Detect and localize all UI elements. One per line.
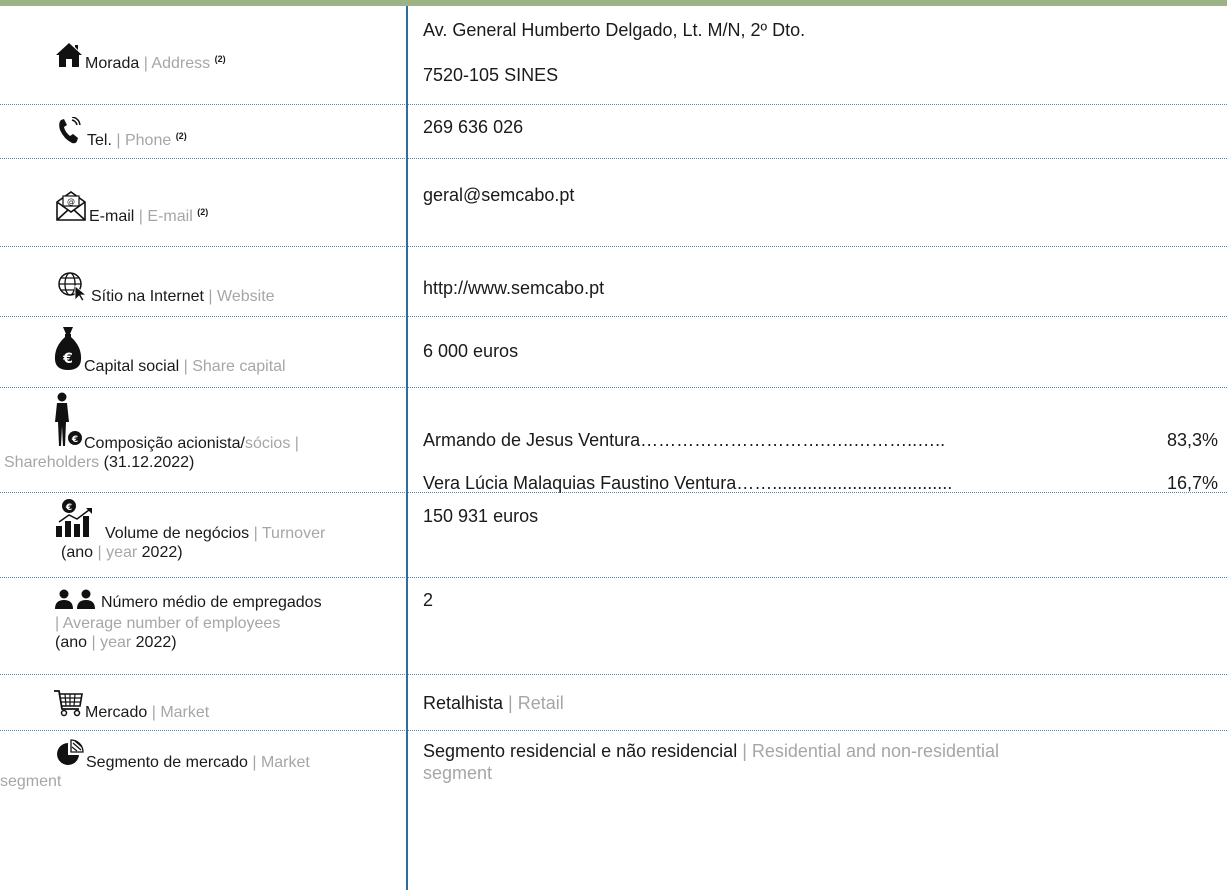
segment-value: Segmento residencial e não residencial |… — [423, 741, 1000, 783]
website-row: Sítio na Internet | Website http://www.s… — [0, 247, 1227, 317]
column-divider — [406, 6, 408, 890]
segment-label: Segmento de mercado | Market segment — [0, 739, 400, 791]
home-icon — [55, 42, 83, 73]
market-row: Mercado | Market Retalhista | Retail — [0, 675, 1227, 731]
shareholders-row: € Composição acionista/sócios | Sharehol… — [0, 388, 1227, 493]
website-label: Sítio na Internet | Website — [57, 271, 457, 306]
bar-chart-euro-icon: € — [55, 498, 99, 543]
market-value: Retalhista | Retail — [423, 693, 564, 713]
person-money-icon: € — [53, 392, 83, 453]
address-line-2: 7520-105 SINES — [423, 65, 559, 85]
capital-row: € Capital social | Share capital 6 000 e… — [0, 317, 1227, 388]
employees-row: Número médio de empregados | Average num… — [0, 578, 1227, 675]
two-people-icon — [55, 589, 97, 614]
svg-text:€: € — [65, 503, 72, 513]
shareholder-line: Vera Lúcia Malaquias Faustino Ventura…….… — [423, 473, 1218, 493]
employees-label: Número médio de empregados | Average num… — [0, 589, 400, 652]
globe-cursor-icon — [57, 271, 89, 306]
shareholder-line: Armando de Jesus Ventura………………………….…..……… — [423, 430, 1218, 450]
svg-text:€: € — [62, 351, 73, 367]
employees-value: 2 — [423, 590, 434, 610]
turnover-label: € Volume de negócios | Turnover (ano | y… — [0, 498, 400, 562]
email-value: geral@semcabo.pt — [423, 185, 575, 205]
market-label: Mercado | Market — [53, 689, 453, 722]
address-label: Morada | Address (2) — [55, 42, 455, 73]
money-bag-euro-icon: € — [53, 325, 83, 376]
phone-icon — [57, 116, 83, 150]
website-value: http://www.semcabo.pt — [423, 278, 605, 298]
phone-label: Tel. | Phone (2) — [57, 116, 457, 150]
segment-row: Segmento de mercado | Market segment Seg… — [0, 731, 1227, 890]
turnover-row: € Volume de negócios | Turnover (ano | y… — [0, 493, 1227, 578]
shopping-cart-icon — [53, 689, 83, 722]
svg-text:€: € — [71, 435, 78, 445]
address-line-1: Av. General Humberto Delgado, Lt. M/N, 2… — [423, 20, 806, 40]
phone-value: 269 636 026 — [423, 117, 524, 137]
email-label: @ E-mail | E-mail (2) — [55, 189, 455, 226]
email-row: @ E-mail | E-mail (2) geral@semcabo.pt — [0, 159, 1227, 247]
capital-value: 6 000 euros — [423, 341, 519, 361]
turnover-value: 150 931 euros — [423, 506, 539, 526]
capital-label: € Capital social | Share capital — [53, 325, 453, 376]
svg-text:@: @ — [67, 197, 75, 206]
envelope-icon: @ — [55, 189, 87, 226]
pie-chart-icon — [55, 739, 85, 772]
phone-row: Tel. | Phone (2) 269 636 026 — [0, 105, 1227, 159]
shareholders-label: € Composição acionista/sócios | Sharehol… — [0, 392, 400, 472]
address-row: Morada | Address (2) Av. General Humbert… — [0, 6, 1227, 105]
